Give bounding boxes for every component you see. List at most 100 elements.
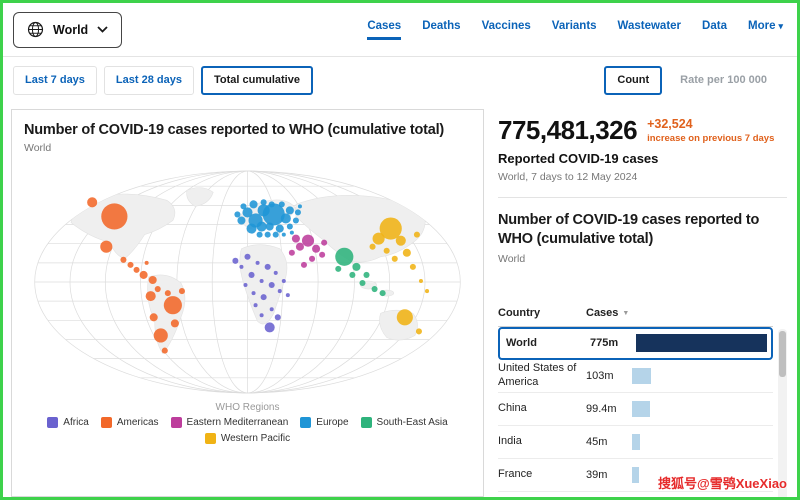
map-bubble-eastern-mediterranean[interactable] (312, 245, 320, 253)
map-bubble-africa[interactable] (252, 291, 256, 295)
metric-filter-rate-per-100-000[interactable]: Rate per 100 000 (669, 66, 778, 95)
map-bubble-eastern-mediterranean[interactable] (292, 235, 300, 243)
map-bubble-africa[interactable] (261, 294, 267, 300)
map-bubble-africa[interactable] (232, 258, 238, 264)
map-bubble-western-pacific[interactable] (370, 244, 376, 250)
map-bubble-western-pacific[interactable] (384, 248, 390, 254)
map-bubble-africa[interactable] (275, 314, 281, 320)
map-bubble-western-pacific[interactable] (397, 309, 413, 325)
map-bubble-south-east-asia[interactable] (380, 290, 386, 296)
map-bubble-europe[interactable] (246, 224, 256, 234)
map-bubble-europe[interactable] (295, 209, 301, 215)
map-bubble-south-east-asia[interactable] (349, 272, 355, 278)
map-bubble-americas[interactable] (162, 348, 168, 354)
map-bubble-eastern-mediterranean[interactable] (309, 256, 315, 262)
map-bubble-americas[interactable] (134, 267, 140, 273)
map-bubble-europe[interactable] (234, 211, 240, 217)
map-bubble-europe[interactable] (269, 201, 275, 207)
time-filter-last-28-days[interactable]: Last 28 days (104, 66, 194, 95)
map-bubble-south-east-asia[interactable] (372, 286, 378, 292)
map-bubble-americas[interactable] (155, 286, 161, 292)
map-bubble-africa[interactable] (249, 272, 255, 278)
scrollbar-thumb[interactable] (779, 331, 786, 377)
map-bubble-americas[interactable] (171, 319, 179, 327)
map-bubble-americas[interactable] (165, 290, 171, 296)
map-bubble-europe[interactable] (266, 222, 274, 230)
map-bubble-western-pacific[interactable] (419, 279, 423, 283)
map-bubble-americas[interactable] (101, 203, 127, 229)
map-bubble-africa[interactable] (260, 279, 264, 283)
map-bubble-eastern-mediterranean[interactable] (296, 243, 304, 251)
time-filter-total-cumulative[interactable]: Total cumulative (201, 66, 313, 95)
column-header-cases[interactable]: Cases ▼ (586, 307, 646, 319)
table-row-india[interactable]: India45m (498, 426, 773, 459)
map-bubble-western-pacific[interactable] (410, 264, 416, 270)
map-bubble-americas[interactable] (146, 291, 156, 301)
map-bubble-europe[interactable] (258, 204, 270, 216)
map-bubble-western-pacific[interactable] (403, 249, 411, 257)
map-bubble-south-east-asia[interactable] (363, 272, 369, 278)
map-bubble-americas[interactable] (145, 261, 149, 265)
region-selector[interactable]: World (13, 12, 122, 48)
map-bubble-eastern-mediterranean[interactable] (321, 240, 327, 246)
map-bubble-africa[interactable] (256, 261, 260, 265)
map-bubble-europe[interactable] (273, 232, 279, 238)
map-bubble-europe[interactable] (257, 221, 267, 231)
map-bubble-americas[interactable] (154, 328, 168, 342)
map-bubble-europe[interactable] (290, 231, 294, 235)
world-map[interactable] (25, 164, 470, 400)
map-bubble-africa[interactable] (265, 322, 275, 332)
map-bubble-eastern-mediterranean[interactable] (289, 250, 295, 256)
map-bubble-americas[interactable] (100, 241, 112, 253)
map-bubble-americas[interactable] (150, 313, 158, 321)
metric-filter-count[interactable]: Count (604, 66, 662, 95)
sort-desc-icon[interactable]: ▼ (622, 310, 629, 317)
map-bubble-europe[interactable] (281, 213, 291, 223)
map-bubble-europe[interactable] (250, 200, 258, 208)
nav-tab-vaccines[interactable]: Vaccines (482, 20, 531, 40)
nav-tab-deaths[interactable]: Deaths (422, 20, 460, 40)
map-bubble-south-east-asia[interactable] (335, 248, 353, 266)
map-bubble-europe[interactable] (237, 216, 245, 224)
map-bubble-europe[interactable] (257, 232, 263, 238)
map-bubble-americas[interactable] (87, 197, 97, 207)
map-bubble-europe[interactable] (293, 217, 299, 223)
map-bubble-africa[interactable] (270, 307, 274, 311)
map-bubble-americas[interactable] (179, 288, 185, 294)
map-bubble-africa[interactable] (239, 265, 243, 269)
map-bubble-europe[interactable] (287, 224, 293, 230)
map-bubble-western-pacific[interactable] (425, 289, 429, 293)
map-bubble-africa[interactable] (243, 283, 247, 287)
map-bubble-europe[interactable] (282, 233, 286, 237)
map-bubble-africa[interactable] (278, 289, 282, 293)
time-filter-last-7-days[interactable]: Last 7 days (13, 66, 97, 95)
table-row-china[interactable]: China99.4m (498, 393, 773, 426)
map-bubble-south-east-asia[interactable] (359, 280, 365, 286)
map-bubble-africa[interactable] (282, 279, 286, 283)
map-bubble-europe[interactable] (286, 206, 294, 214)
map-bubble-europe[interactable] (265, 232, 271, 238)
map-bubble-eastern-mediterranean[interactable] (319, 252, 325, 258)
table-row-united-states-of-america[interactable]: United States of America103m (498, 360, 773, 393)
table-scrollbar[interactable] (778, 329, 787, 497)
map-bubble-europe[interactable] (261, 199, 267, 205)
map-bubble-western-pacific[interactable] (416, 328, 422, 334)
map-bubble-africa[interactable] (274, 271, 278, 275)
map-bubble-south-east-asia[interactable] (352, 263, 360, 271)
map-bubble-south-east-asia[interactable] (335, 266, 341, 272)
map-bubble-americas[interactable] (149, 276, 157, 284)
map-bubble-africa[interactable] (286, 293, 290, 297)
map-bubble-western-pacific[interactable] (373, 233, 385, 245)
nav-tab-variants[interactable]: Variants (552, 20, 597, 40)
map-bubble-africa[interactable] (244, 254, 250, 260)
nav-tab-wastewater[interactable]: Wastewater (618, 20, 682, 40)
map-bubble-africa[interactable] (254, 303, 258, 307)
nav-tab-data[interactable]: Data (702, 20, 727, 40)
map-bubble-africa[interactable] (269, 282, 275, 288)
column-header-country[interactable]: Country (498, 307, 586, 319)
map-bubble-europe[interactable] (279, 201, 285, 207)
map-bubble-africa[interactable] (260, 313, 264, 317)
map-bubble-americas[interactable] (120, 257, 126, 263)
map-bubble-western-pacific[interactable] (414, 232, 420, 238)
map-bubble-americas[interactable] (140, 271, 148, 279)
